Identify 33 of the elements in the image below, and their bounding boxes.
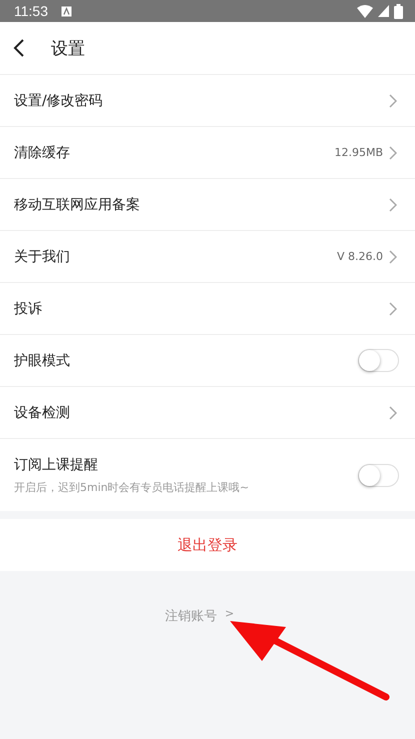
settings-row[interactable]: 投诉 [0, 283, 415, 335]
row-label: 护眼模式 [14, 352, 71, 370]
row-value: V 8.26.0 [336, 250, 383, 263]
chevron-icon [389, 146, 397, 160]
settings-row[interactable]: 清除缓存 12.95MB [0, 127, 415, 179]
row-label: 清除缓存 [14, 144, 71, 162]
chevron-icon [389, 198, 397, 212]
status-time: 11:53 [14, 3, 48, 19]
chevron-icon [389, 250, 397, 264]
settings-row[interactable]: 设备检测 [0, 387, 415, 439]
row-label: 投诉 [14, 300, 43, 318]
row-label: 关于我们 [14, 248, 71, 266]
settings-row[interactable]: 设置/修改密码 [0, 75, 415, 127]
row-label: 设备检测 [14, 404, 71, 422]
row-hint: 开启后，迟到5min时会有专员电话提醒上课哦~ [14, 480, 250, 494]
back-icon[interactable] [13, 38, 25, 58]
settings-row[interactable]: 关于我们 V 8.26.0 [0, 231, 415, 283]
row-label: 设置/修改密码 [14, 92, 104, 110]
row-label: 移动互联网应用备案 [14, 196, 141, 214]
notification-icon [61, 6, 72, 16]
battery-icon [394, 4, 403, 18]
wifi-icon [357, 4, 373, 18]
page-title: 设置 [51, 38, 85, 60]
settings-row[interactable]: 移动互联网应用备案 [0, 179, 415, 231]
row-label: 订阅上课提醒 [14, 456, 99, 474]
chevron-icon [389, 302, 397, 316]
signal-icon [378, 5, 389, 17]
logout-button[interactable]: 退出登录 [0, 519, 415, 571]
toggle-switch[interactable] [358, 464, 399, 486]
chevron-icon [389, 94, 397, 108]
chevron-icon [389, 406, 397, 420]
toggle-switch[interactable] [358, 349, 399, 372]
row-value: 12.95MB [334, 146, 383, 159]
